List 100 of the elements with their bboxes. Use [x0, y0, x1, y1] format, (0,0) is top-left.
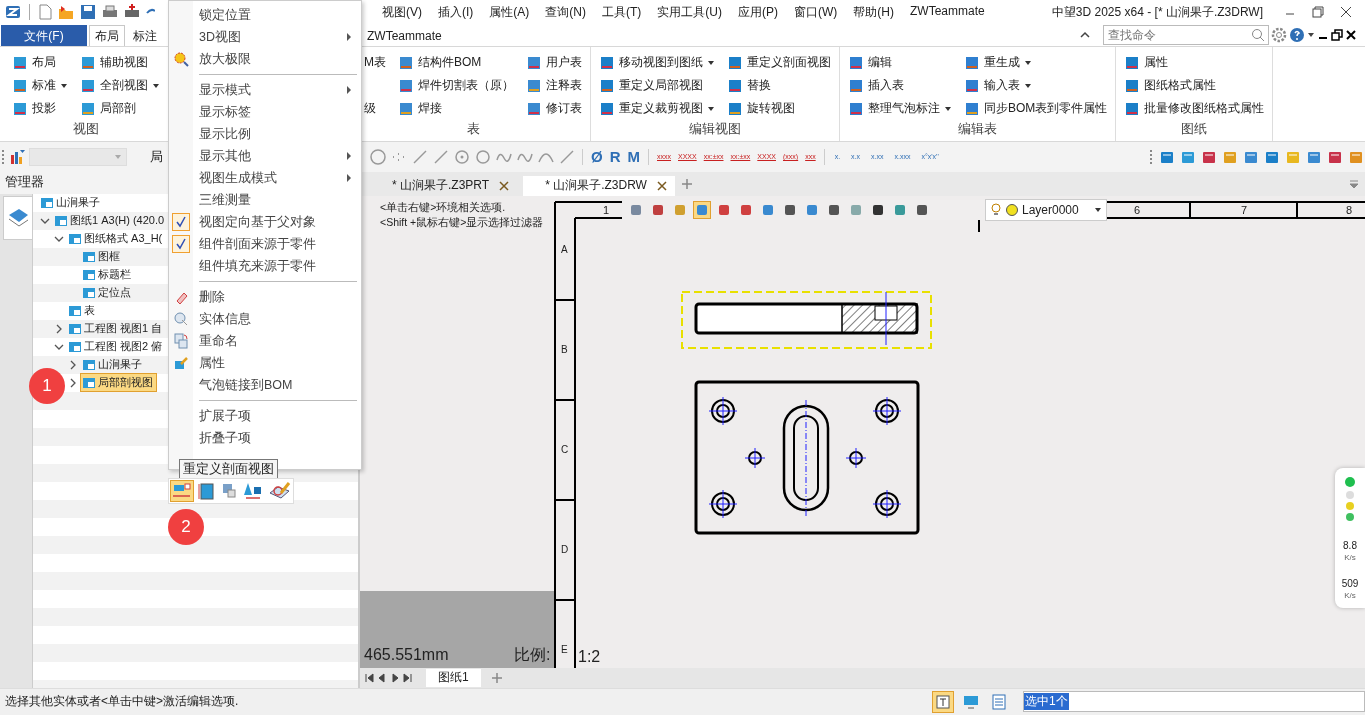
ribbon-button[interactable]: 结构件BOM	[396, 51, 516, 75]
tree-item[interactable]: 表	[66, 301, 99, 321]
ribbon-button[interactable]: 属性	[1122, 51, 1267, 75]
tree-item[interactable]: 工程图 视图2 俯	[66, 337, 167, 357]
ribbon-button[interactable]: 投影	[10, 97, 70, 121]
menu-item[interactable]: 应用(P)	[730, 3, 786, 21]
sketch-tool-icon[interactable]	[369, 147, 387, 166]
selection-field[interactable]: 选中1个	[1023, 691, 1365, 713]
ribbon-button[interactable]: 辅助视图	[78, 51, 162, 75]
expand-caret-icon[interactable]	[68, 359, 78, 370]
text-mode-icon[interactable]	[933, 691, 953, 712]
search-icon[interactable]	[1251, 28, 1265, 43]
settings-icon[interactable]	[1271, 27, 1287, 44]
menu-item[interactable]: 视图(V)	[374, 3, 430, 21]
menu-item[interactable]: 放大极限	[169, 48, 361, 70]
part-top-view[interactable]	[694, 380, 920, 535]
sketch-tool-icon[interactable]	[453, 147, 471, 166]
ribbon-tab[interactable]: ZWTeammate	[361, 25, 448, 47]
part-side-view[interactable]	[681, 290, 932, 349]
help-icon[interactable]	[1289, 27, 1305, 44]
ribbon-button[interactable]: 重定义局部视图	[597, 74, 717, 98]
save-icon[interactable]	[79, 3, 97, 22]
menu-item[interactable]: 属性	[169, 352, 361, 374]
menu-item[interactable]: 属性(A)	[481, 3, 538, 21]
menu-item[interactable]: 窗口(W)	[786, 3, 846, 21]
ribbon-button[interactable]: 图纸格式属性	[1122, 74, 1267, 98]
ribbon-button[interactable]: 插入表	[846, 74, 954, 98]
menu-item[interactable]: 组件填充来源于零件	[169, 255, 361, 277]
layer-dropdown[interactable]: Layer0000	[985, 198, 1107, 221]
tree-item[interactable]: 标题栏	[80, 265, 135, 285]
tree-item[interactable]: 山涧果子	[80, 355, 146, 375]
document-tab[interactable]: * 山涧果子.Z3DRW	[523, 175, 675, 196]
close-icon[interactable]	[1339, 5, 1353, 20]
symbol-button[interactable]: Ø	[589, 148, 605, 166]
tree-item[interactable]: 图纸格式 A3_H(	[66, 229, 167, 249]
ribbon-button[interactable]: 重定义裁剪视图	[597, 97, 717, 121]
sidebar-tab[interactable]	[3, 195, 33, 240]
menu-item[interactable]: 折叠子项	[169, 427, 361, 449]
ribbon-button[interactable]: 修订表	[524, 97, 584, 121]
sheet-icon[interactable]	[196, 481, 216, 501]
menu-item[interactable]: 扩展子项	[169, 405, 361, 427]
symbol-button[interactable]: M	[625, 148, 642, 166]
ribbon-button[interactable]: 旋转视图	[725, 97, 833, 121]
ribbon-button[interactable]: 移动视图到图纸	[597, 51, 717, 75]
ribbon-button[interactable]: 替换	[725, 74, 833, 98]
tree-item[interactable]: 图纸1 A3(H) (420.0	[52, 211, 169, 231]
ribbon-button[interactable]: 级	[362, 97, 388, 121]
tree-item[interactable]: 山涧果子	[38, 193, 104, 213]
close-icon[interactable]	[656, 180, 667, 191]
menu-item[interactable]: ZWTeammate	[902, 3, 993, 21]
bar-chart-icon[interactable]	[10, 148, 26, 165]
menu-item[interactable]: 锁定位置	[169, 4, 361, 26]
menu-item[interactable]: 气泡链接到BOM	[169, 374, 361, 396]
expand-caret-icon[interactable]	[54, 323, 64, 334]
menu-item[interactable]: 视图定向基于父对象	[169, 211, 361, 233]
ribbon-button[interactable]: 重生成	[962, 51, 1110, 75]
add-sheet-icon[interactable]	[490, 671, 503, 684]
ribbon-button[interactable]: 焊件切割表（原）	[396, 74, 516, 98]
add-tab-icon[interactable]	[680, 177, 693, 190]
ribbon-button[interactable]: 同步BOM表到零件属性	[962, 97, 1110, 121]
menu-item[interactable]: 删除	[169, 286, 361, 308]
ribbon-button[interactable]: 整理气泡标注	[846, 97, 954, 121]
ribbon-button[interactable]: 注释表	[524, 74, 584, 98]
sketch-tool-icon[interactable]	[432, 147, 450, 166]
ribbon-button[interactable]: 编辑	[846, 51, 954, 75]
menu-item[interactable]: 3D视图	[169, 26, 361, 48]
ribbon-button[interactable]: 标准	[10, 74, 70, 98]
menu-item[interactable]: 三维测量	[169, 189, 361, 211]
ribbon-button[interactable]: 全剖视图	[78, 74, 162, 98]
document-tab[interactable]: * 山涧果子.Z3PRT	[380, 175, 518, 196]
tree-item[interactable]: 局部剖视图	[80, 373, 157, 393]
ribbon-tab[interactable]: 布局	[89, 25, 125, 47]
tree-item[interactable]: 图框	[80, 247, 124, 267]
ribbon-button[interactable]: 批量修改图纸格式属性	[1122, 97, 1267, 121]
menu-item[interactable]: 显示标签	[169, 101, 361, 123]
ribbon-button[interactable]: M表	[362, 51, 388, 75]
list-icon[interactable]	[989, 691, 1009, 712]
menu-item[interactable]: 组件剖面来源于零件	[169, 233, 361, 255]
menu-item[interactable]: 视图生成模式	[169, 167, 361, 189]
ribbon-button[interactable]: 重定义剖面视图	[725, 51, 833, 75]
ribbon-tab[interactable]: 标注	[127, 25, 163, 47]
section-view-icon[interactable]	[171, 481, 193, 501]
ribbon-button[interactable]: 输入表	[962, 74, 1110, 98]
symbol-button[interactable]: R	[607, 148, 623, 166]
sketch-tool-icon[interactable]	[558, 147, 576, 166]
sketch-tool-icon[interactable]	[474, 147, 492, 166]
tree-item[interactable]: 工程图 视图1 自	[66, 319, 167, 339]
ribbon-tab[interactable]: 文件(F)	[1, 25, 87, 47]
menu-item[interactable]: 帮助(H)	[845, 3, 902, 21]
menu-item[interactable]: 显示模式	[169, 79, 361, 101]
menu-item[interactable]: 显示其他	[169, 145, 361, 167]
menu-item[interactable]: 显示比例	[169, 123, 361, 145]
tree-item[interactable]: 定位点	[80, 283, 135, 303]
ribbon-button[interactable]: 用户表	[524, 51, 584, 75]
menu-item[interactable]: 重命名	[169, 330, 361, 352]
expand-caret-icon[interactable]	[68, 377, 78, 388]
search-field[interactable]: 查找命令	[1103, 25, 1269, 46]
new-file-icon[interactable]	[37, 3, 53, 22]
sheet-tab[interactable]: 图纸1	[426, 668, 481, 687]
pencil-sheet-icon[interactable]	[267, 481, 291, 501]
